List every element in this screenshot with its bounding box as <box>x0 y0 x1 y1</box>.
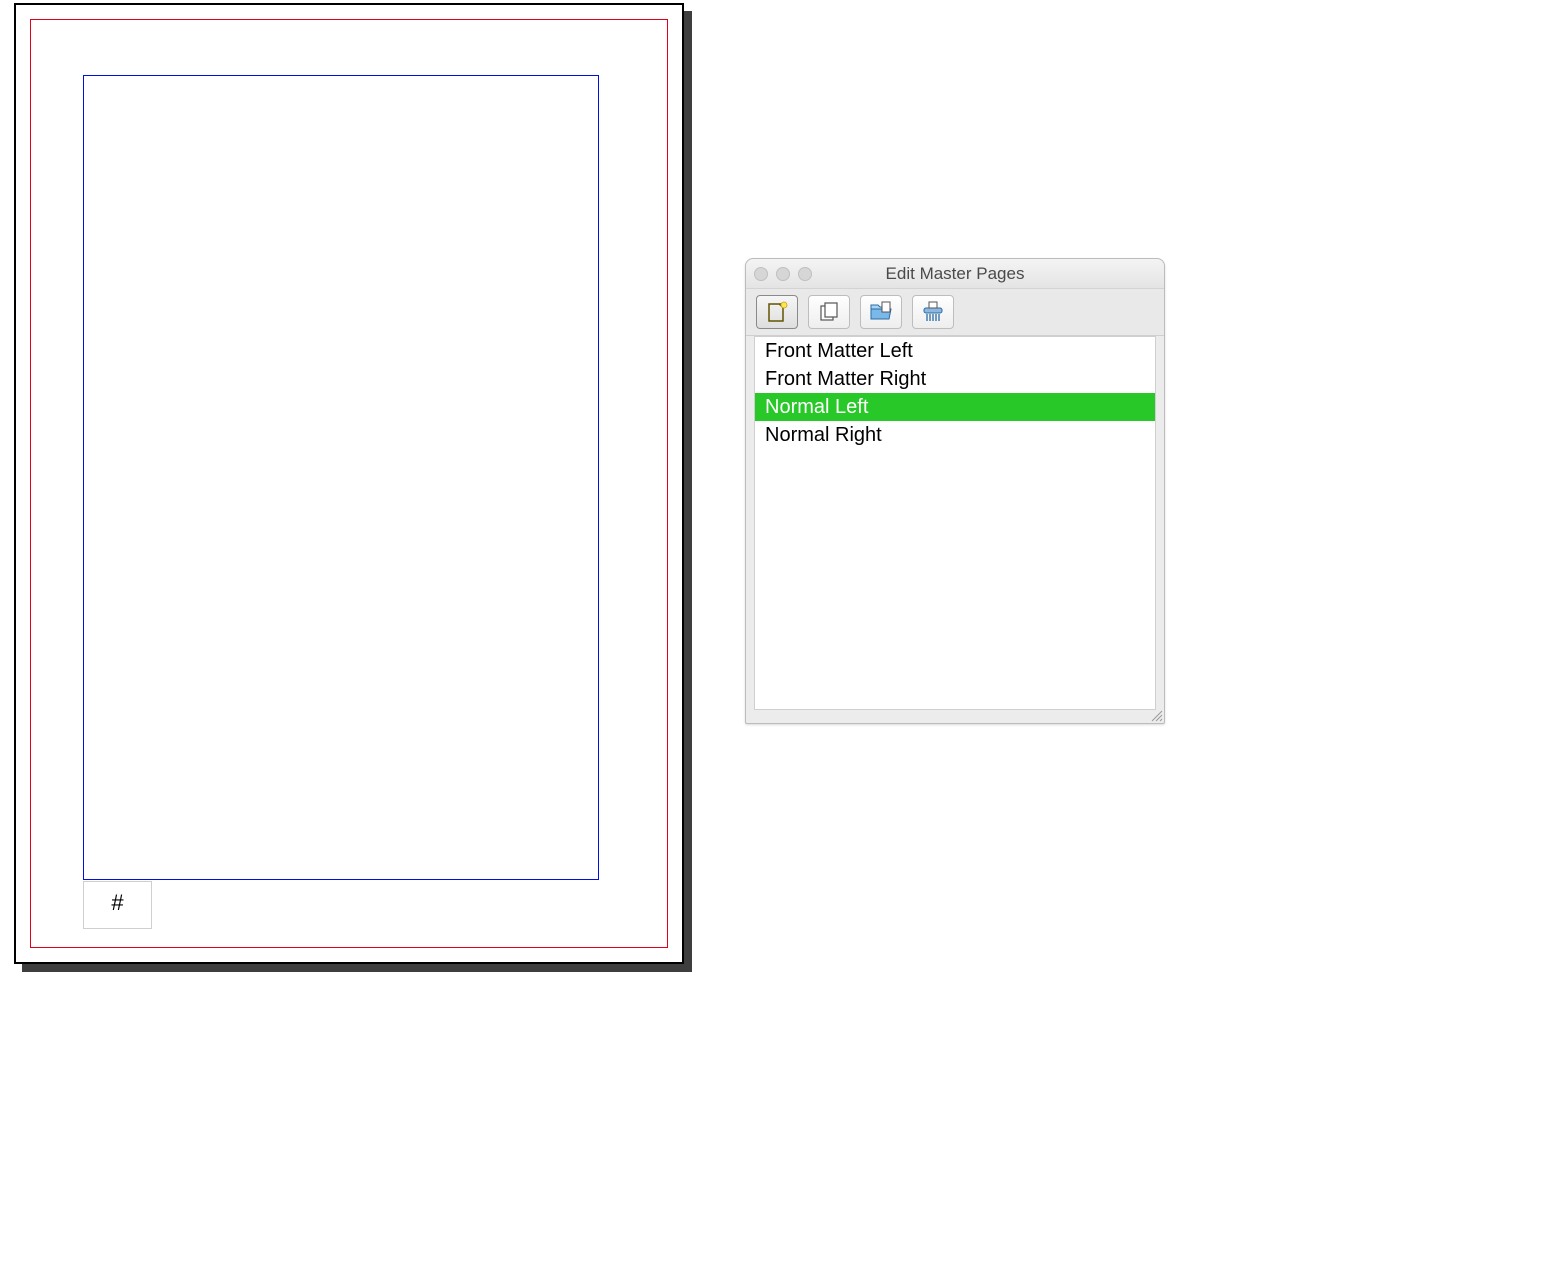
duplicate-master-button[interactable] <box>808 295 850 329</box>
shredder-icon <box>921 301 945 323</box>
master-page[interactable]: # <box>14 3 684 964</box>
document-canvas: # <box>14 3 684 964</box>
list-item[interactable]: Normal Left <box>755 393 1155 421</box>
window-minimize-button[interactable] <box>776 267 790 281</box>
master-pages-list[interactable]: Front Matter Left Front Matter Right Nor… <box>754 336 1156 710</box>
new-page-icon <box>766 301 788 323</box>
list-item[interactable]: Front Matter Left <box>755 337 1155 365</box>
import-icon <box>869 301 893 323</box>
page-number-frame[interactable]: # <box>83 881 152 929</box>
panel-titlebar[interactable]: Edit Master Pages <box>746 259 1164 289</box>
edit-master-pages-panel: Edit Master Pages <box>745 258 1165 724</box>
new-master-button[interactable] <box>756 295 798 329</box>
panel-toolbar <box>746 289 1164 336</box>
page-number-placeholder: # <box>111 890 123 916</box>
list-item[interactable]: Front Matter Right <box>755 365 1155 393</box>
import-master-button[interactable] <box>860 295 902 329</box>
window-zoom-button[interactable] <box>798 267 812 281</box>
list-item[interactable]: Normal Right <box>755 421 1155 449</box>
duplicate-icon <box>818 301 840 323</box>
resize-grip[interactable] <box>1149 708 1163 722</box>
delete-master-button[interactable] <box>912 295 954 329</box>
window-close-button[interactable] <box>754 267 768 281</box>
margin-guide <box>83 75 599 880</box>
window-controls <box>754 267 812 281</box>
